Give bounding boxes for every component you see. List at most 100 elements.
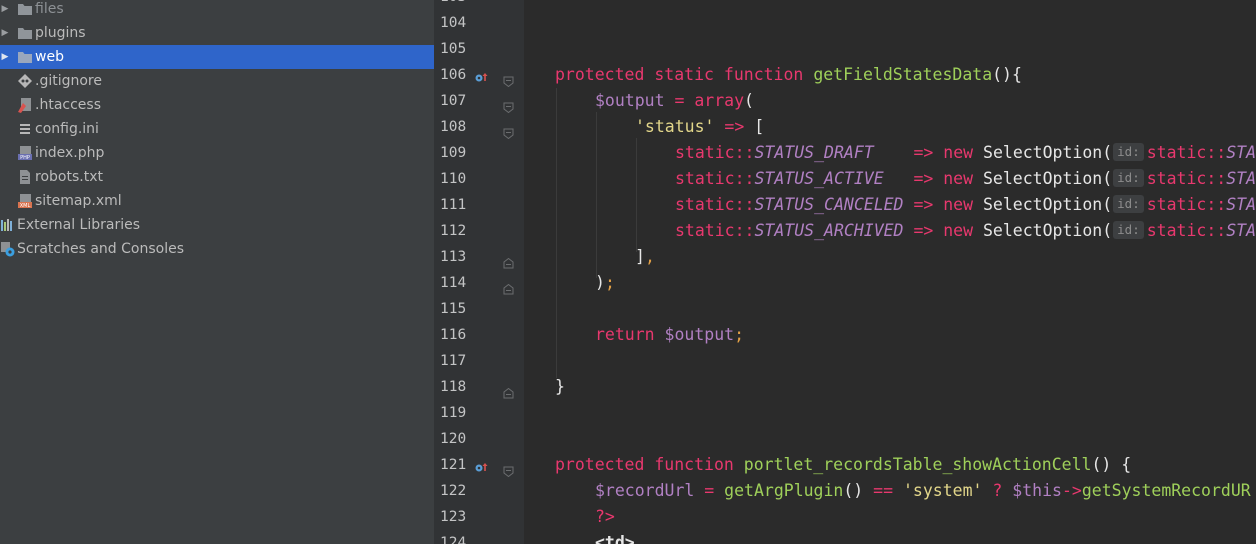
parameter-hint: id:: [1113, 221, 1144, 239]
folder-icon: [17, 25, 33, 41]
line-117: 117: [434, 348, 524, 374]
ini-file-icon: [17, 121, 33, 137]
line-number: 113: [440, 249, 467, 265]
expand-arrow-icon[interactable]: ▶: [0, 0, 10, 21]
line-121: 121: [434, 452, 524, 478]
tree-item-label: index.php: [35, 145, 105, 161]
code-line-113: ],: [635, 247, 655, 266]
htaccess-file-icon: [17, 97, 33, 113]
tree-item-label: plugins: [35, 25, 86, 41]
tree-item-label: config.ini: [35, 121, 99, 137]
text-file-icon: [17, 169, 33, 185]
code-line-109: static::STATUS_DRAFT => new SelectOption…: [675, 143, 1256, 162]
library-icon: [0, 217, 16, 233]
tree-item-web[interactable]: ▶ web: [0, 45, 434, 69]
line-number: 106: [440, 67, 467, 83]
line-113: 113: [434, 244, 524, 270]
code-line-121: protected function portlet_recordsTable_…: [555, 455, 1132, 474]
line-number: 119: [440, 405, 467, 421]
fold-end-icon[interactable]: [503, 382, 514, 399]
code-line-118: }: [555, 377, 565, 396]
line-number: 109: [440, 145, 467, 161]
line-107: 107: [434, 88, 524, 114]
line-103: 103: [434, 0, 524, 10]
line-number: 103: [440, 0, 466, 10]
line-number: 117: [440, 353, 467, 369]
svg-text:XML: XML: [20, 203, 31, 209]
line-number-gutter[interactable]: 103 104 105 106 107 108 109 110 111 112 …: [434, 0, 524, 544]
line-number: 120: [440, 431, 467, 447]
code-line-112: static::STATUS_ARCHIVED => new SelectOpt…: [675, 221, 1256, 240]
line-number: 118: [440, 379, 467, 395]
tree-item-scratches-and-consoles[interactable]: Scratches and Consoles: [0, 237, 434, 261]
line-115: 115: [434, 296, 524, 322]
override-method-icon[interactable]: [474, 68, 488, 82]
tree-item-gitignore[interactable]: .gitignore: [0, 69, 434, 93]
code-editor[interactable]: protected static function getFieldStates…: [524, 0, 1256, 544]
fold-toggle-icon[interactable]: [503, 538, 514, 544]
line-108: 108: [434, 114, 524, 140]
code-line-110: static::STATUS_ACTIVE => new SelectOptio…: [675, 169, 1256, 188]
line-number: 122: [440, 483, 467, 499]
expand-arrow-icon[interactable]: ▶: [0, 21, 10, 45]
xml-file-icon: XML: [17, 193, 33, 209]
line-number: 105: [440, 41, 467, 57]
line-106: 106: [434, 62, 524, 88]
tree-item-sitemap-xml[interactable]: XML sitemap.xml: [0, 189, 434, 213]
line-110: 110: [434, 166, 524, 192]
indent-guide: [596, 112, 597, 278]
tree-item-robots-txt[interactable]: robots.txt: [0, 165, 434, 189]
folder-icon: [17, 1, 33, 17]
tree-item-label: Scratches and Consoles: [17, 241, 184, 257]
tree-item-label: sitemap.xml: [35, 193, 122, 209]
line-number: 111: [440, 197, 467, 213]
fold-end-icon[interactable]: [503, 278, 514, 295]
line-104: 104: [434, 10, 524, 36]
tree-item-htaccess[interactable]: .htaccess: [0, 93, 434, 117]
code-line-111: static::STATUS_CANCELED => new SelectOpt…: [675, 195, 1256, 214]
tree-item-config-ini[interactable]: config.ini: [0, 117, 434, 141]
expand-arrow-icon[interactable]: ▶: [0, 45, 10, 69]
tree-item-index-php[interactable]: PHP index.php: [0, 141, 434, 165]
line-number: 110: [440, 171, 467, 187]
parameter-hint: id:: [1113, 143, 1144, 161]
git-file-icon: [17, 73, 33, 89]
code-line-123: ?>: [595, 507, 615, 526]
folder-icon: [17, 49, 33, 65]
tree-item-label: .htaccess: [35, 97, 101, 113]
scratches-icon: [0, 241, 16, 257]
fold-toggle-icon[interactable]: [503, 460, 514, 478]
line-123: 123: [434, 504, 524, 530]
line-111: 111: [434, 192, 524, 218]
code-line-108: 'status' => [: [635, 117, 765, 136]
php-file-icon: PHP: [17, 145, 33, 161]
tree-item-external-libraries[interactable]: External Libraries: [0, 213, 434, 237]
line-124: 124: [434, 530, 524, 544]
fold-toggle-icon[interactable]: [503, 122, 514, 140]
tree-item-files[interactable]: ▶ files: [0, 0, 434, 21]
line-number: 114: [440, 275, 467, 291]
indent-guide: [636, 138, 637, 252]
fold-toggle-icon[interactable]: [503, 70, 514, 88]
code-line-106: protected static function getFieldStates…: [555, 65, 1022, 84]
line-109: 109: [434, 140, 524, 166]
tree-item-label: External Libraries: [17, 217, 140, 233]
line-116: 116: [434, 322, 524, 348]
line-number: 123: [440, 509, 467, 525]
fold-end-icon[interactable]: [503, 252, 514, 269]
line-number: 104: [440, 15, 467, 31]
line-122: 122: [434, 478, 524, 504]
line-number: 112: [440, 223, 467, 239]
svg-text:PHP: PHP: [20, 155, 30, 161]
line-105: 105: [434, 36, 524, 62]
tree-item-plugins[interactable]: ▶ plugins: [0, 21, 434, 45]
line-114: 114: [434, 270, 524, 296]
parameter-hint: id:: [1113, 195, 1144, 213]
tree-item-label: .gitignore: [35, 73, 102, 89]
code-line-122: $recordUrl = getArgPlugin() == 'system' …: [595, 481, 1251, 500]
code-line-124: <td>: [595, 533, 635, 544]
line-119: 119: [434, 400, 524, 426]
line-number: 115: [440, 301, 467, 317]
override-method-icon[interactable]: [474, 458, 488, 472]
fold-toggle-icon[interactable]: [503, 96, 514, 114]
